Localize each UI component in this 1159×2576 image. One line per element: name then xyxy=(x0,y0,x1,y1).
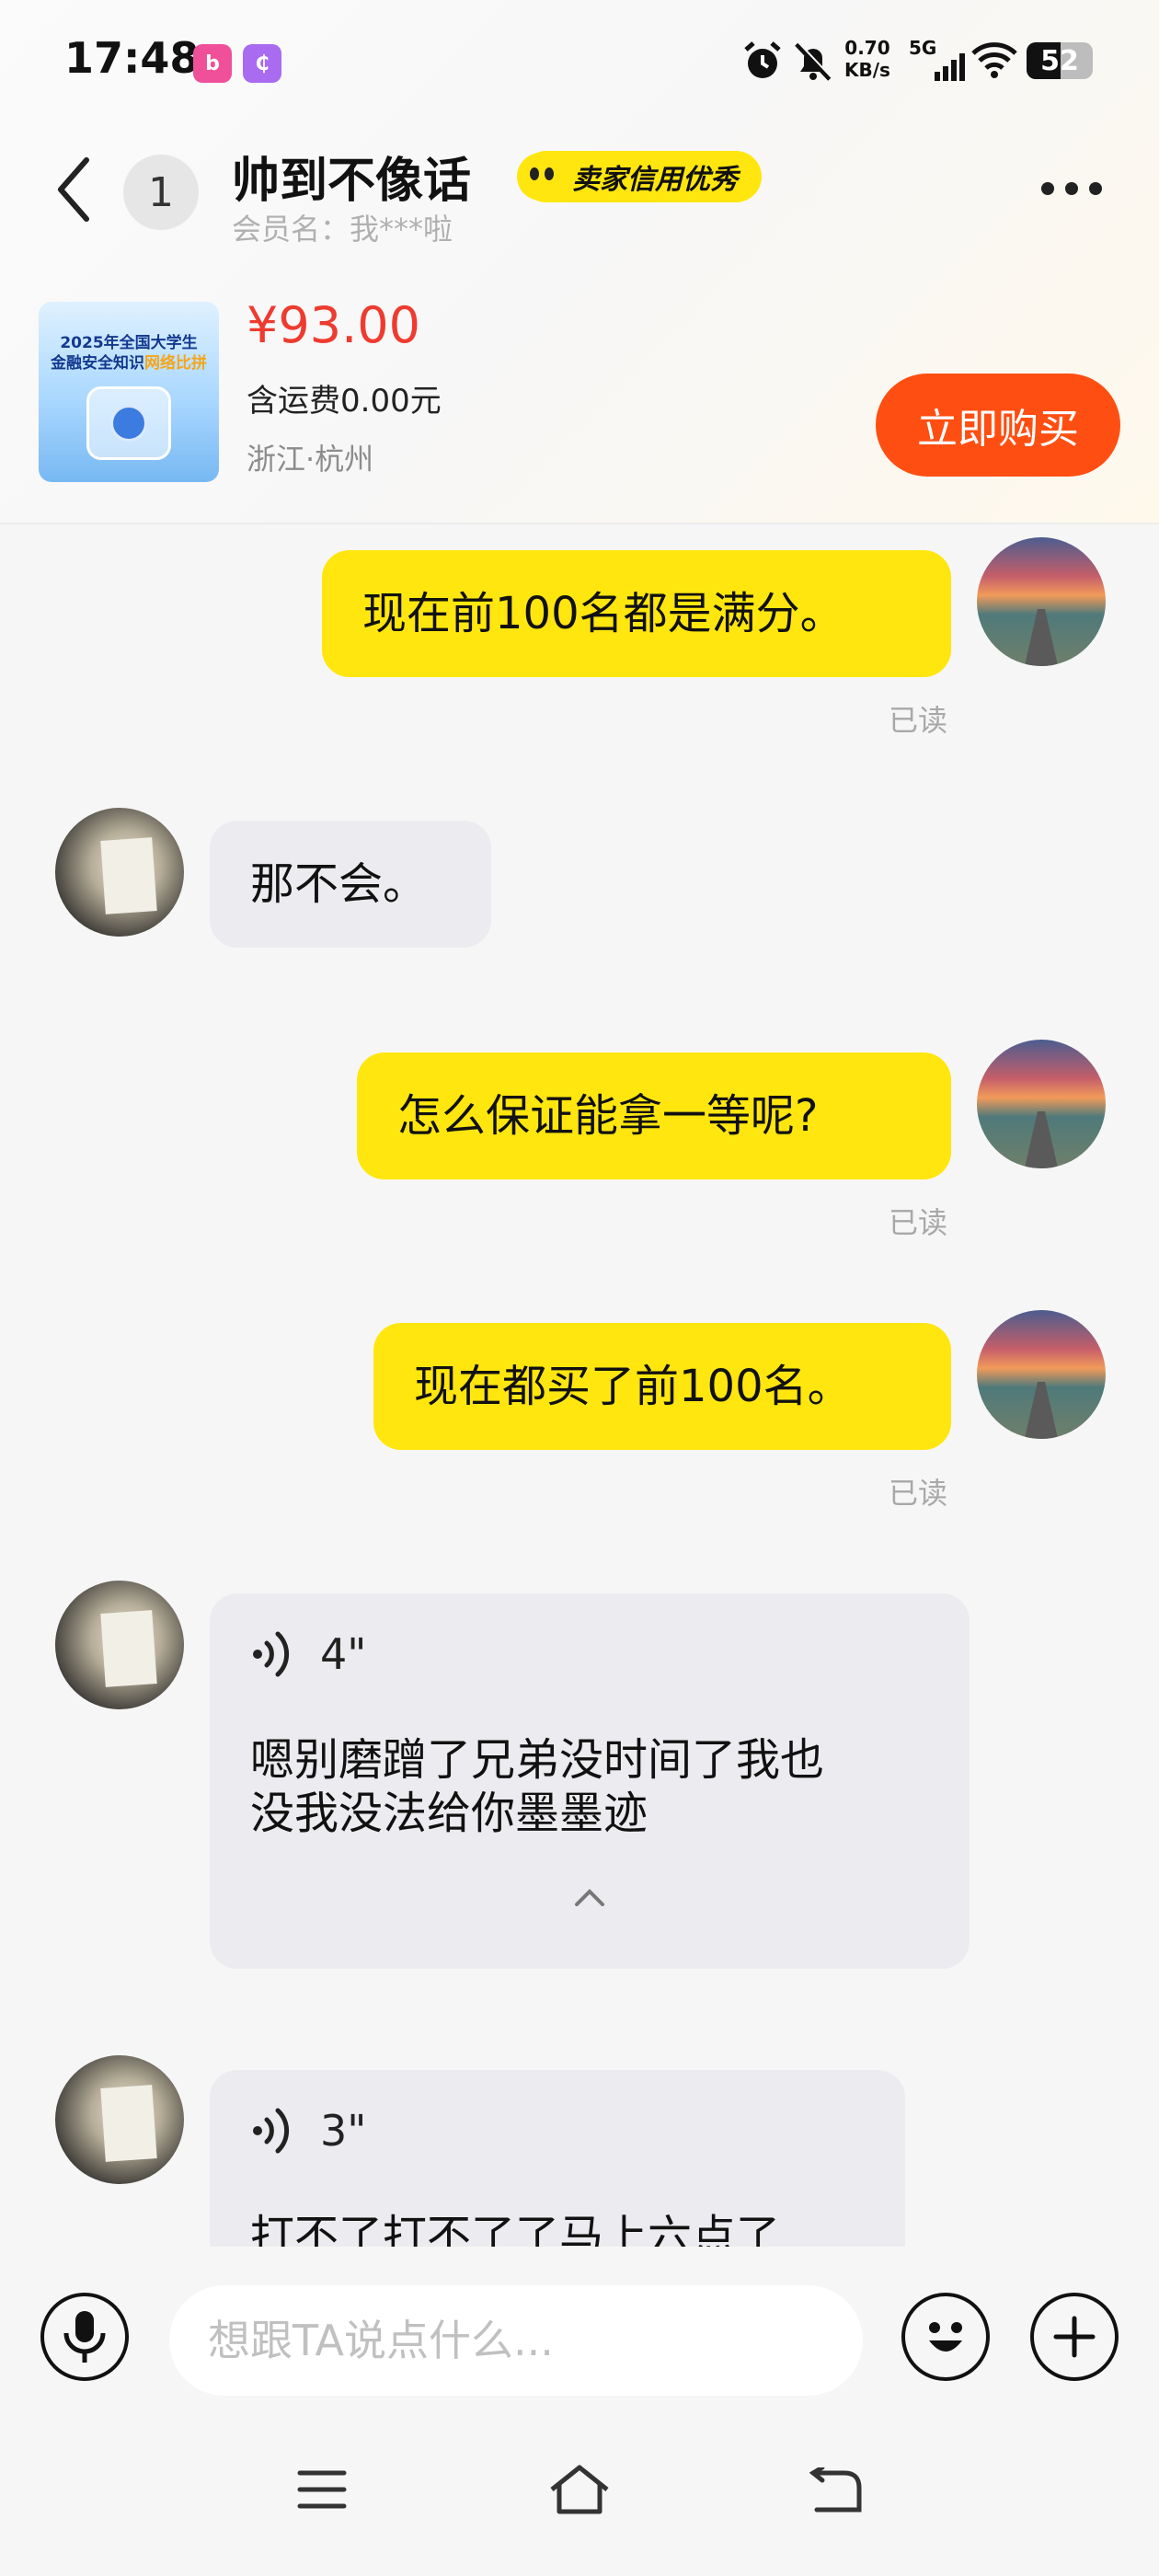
seller-credit-badge: 卖家信用优秀 xyxy=(517,151,762,202)
signal-icon xyxy=(935,53,965,81)
self-avatar[interactable] xyxy=(977,1040,1106,1168)
message-input[interactable] xyxy=(169,2285,863,2396)
net-speed: 0.70 KB/s xyxy=(844,37,890,81)
voice-play[interactable]: 3" xyxy=(250,2103,366,2158)
network-type: 5G xyxy=(909,37,937,59)
voice-message-card[interactable]: 3" 打不了打不了了马上六点了 xyxy=(210,2070,905,2247)
system-nav-bar xyxy=(0,2412,1159,2576)
buy-now-button[interactable]: 立即购买 xyxy=(876,374,1120,477)
collapse-chevron-icon[interactable] xyxy=(571,1886,608,1908)
emoji-button[interactable] xyxy=(901,2293,990,2381)
more-actions-button[interactable] xyxy=(1030,2293,1119,2381)
voice-input-button[interactable] xyxy=(40,2293,129,2381)
read-receipt: 已读 xyxy=(889,703,948,738)
product-thumbnail[interactable]: 2025年全国大学生 金融安全知识网络比拼 xyxy=(39,302,219,482)
status-bar: 17:48 b ₵ 0.70 KB/s 5G 52 xyxy=(0,0,1159,125)
voice-transcript-line: 没我没法给你墨墨迹 xyxy=(250,1788,648,1839)
member-name: 会员名：我***啦 xyxy=(232,212,453,247)
message-bubble-other[interactable]: 那不会。 xyxy=(210,821,491,948)
voice-duration: 4" xyxy=(320,1629,367,1679)
read-receipt: 已读 xyxy=(889,1476,948,1511)
back-arrow-icon[interactable] xyxy=(55,155,92,224)
wifi-icon xyxy=(971,42,1017,78)
battery-indicator: 52 xyxy=(1027,42,1093,79)
status-time: 17:48 xyxy=(64,33,200,83)
chat-title: 帅到不像话 xyxy=(232,154,472,209)
more-options-icon[interactable] xyxy=(1041,182,1102,195)
mascot-icon xyxy=(517,153,565,201)
menu-icon[interactable] xyxy=(296,2467,348,2512)
notification-app-icon: ₵ xyxy=(243,44,281,83)
message-bubble-self[interactable]: 怎么保证能拿一等呢? xyxy=(357,1052,951,1179)
plus-icon xyxy=(1053,2316,1096,2358)
self-avatar[interactable] xyxy=(977,537,1106,666)
message-bubble-self[interactable]: 现在前100名都是满分。 xyxy=(322,550,951,677)
read-receipt: 已读 xyxy=(889,1205,948,1240)
voice-duration: 3" xyxy=(320,2106,367,2156)
self-avatar[interactable] xyxy=(977,1310,1106,1439)
home-icon[interactable] xyxy=(548,2464,611,2515)
product-location: 浙江·杭州 xyxy=(247,442,374,477)
microphone-icon xyxy=(63,2311,106,2363)
voice-wave-icon xyxy=(253,1631,290,1677)
message-list[interactable]: 现在前100名都是满分。 已读 那不会。 怎么保证能拿一等呢? 已读 现在都买了… xyxy=(0,524,1159,2247)
voice-transcript-line: 打不了打不了了马上六点了 xyxy=(250,2211,781,2247)
voice-play[interactable]: 4" xyxy=(250,1627,366,1682)
smiley-icon xyxy=(929,2322,962,2352)
voice-transcript-line: 嗯别磨蹭了兄弟没时间了我也 xyxy=(250,1734,825,1786)
product-price: ¥93.00 xyxy=(247,296,420,354)
chat-header-area: 17:48 b ₵ 0.70 KB/s 5G 52 1 帅到不像话 卖家信用优秀… xyxy=(0,0,1159,524)
other-avatar[interactable] xyxy=(55,1581,184,1709)
message-bubble-self[interactable]: 现在都买了前100名。 xyxy=(373,1323,951,1450)
alarm-icon xyxy=(744,41,781,78)
input-bar xyxy=(0,2247,1159,2412)
shipping-fee: 含运费0.00元 xyxy=(247,383,442,420)
mute-bell-icon xyxy=(795,41,832,81)
unread-count-badge[interactable]: 1 xyxy=(123,155,199,230)
other-avatar[interactable] xyxy=(55,808,184,937)
thumbnail-title: 2025年全国大学生 金融安全知识网络比拼 xyxy=(51,334,207,373)
voice-message-card[interactable]: 4" 嗯别磨蹭了兄弟没时间了我也 没我没法给你墨墨迹 xyxy=(210,1593,970,1969)
back-nav-icon[interactable] xyxy=(809,2467,863,2515)
bilibili-app-icon: b xyxy=(193,44,232,83)
other-avatar[interactable] xyxy=(55,2055,184,2184)
voice-wave-icon xyxy=(253,2108,290,2154)
